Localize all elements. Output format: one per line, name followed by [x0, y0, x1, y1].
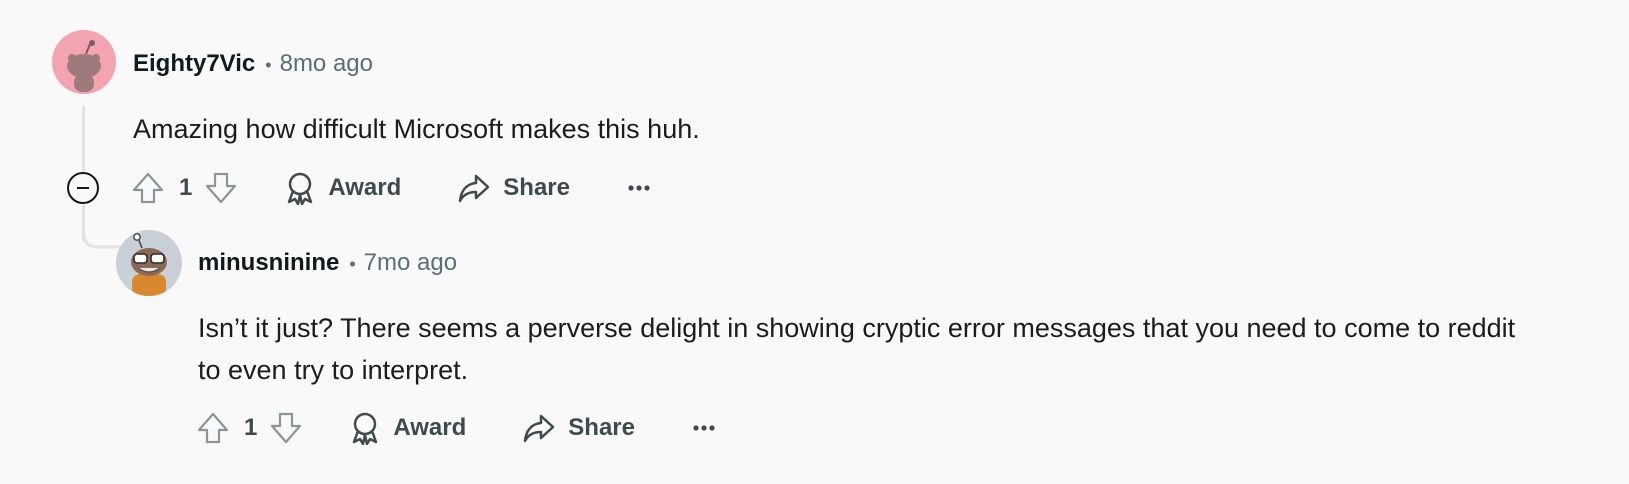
share-label: Share	[503, 174, 570, 201]
separator-dot: •	[349, 254, 356, 274]
share-button[interactable]: Share	[522, 412, 635, 444]
more-horizontal-icon	[693, 425, 715, 431]
award-icon	[353, 412, 378, 445]
collapse-button[interactable]	[67, 172, 99, 204]
comment-actions: 1 Award Share	[131, 166, 650, 210]
downvote-button[interactable]	[269, 411, 303, 445]
collapse-minus-icon	[77, 187, 89, 189]
share-button[interactable]: Share	[457, 172, 570, 204]
comment-thread: Eighty7Vic • 8mo ago Amazing how difficu…	[0, 0, 1629, 484]
timestamp[interactable]: 8mo ago	[280, 50, 373, 78]
award-label: Award	[393, 414, 467, 441]
comment-body: Amazing how difficult Microsoft makes th…	[133, 114, 700, 144]
arrow-up-icon	[132, 172, 164, 204]
award-button[interactable]: Award	[284, 171, 401, 205]
downvote-button[interactable]	[204, 171, 238, 205]
avatar[interactable]	[52, 30, 116, 94]
arrow-up-icon	[197, 412, 229, 444]
vote-count: 1	[179, 174, 193, 201]
separator-dot: •	[265, 55, 272, 75]
upvote-button[interactable]	[196, 411, 230, 445]
thread-branch	[82, 225, 120, 249]
timestamp[interactable]: 7mo ago	[364, 249, 457, 277]
share-label: Share	[568, 414, 635, 441]
comment-body: Isn’t it just? There seems a perverse de…	[198, 313, 1516, 385]
arrow-down-icon	[206, 172, 237, 204]
comment-actions: 1 Award Share	[196, 406, 715, 450]
arrow-down-icon	[271, 412, 302, 444]
more-horizontal-icon	[628, 185, 650, 191]
thread-line	[82, 106, 85, 172]
upvote-button[interactable]	[131, 171, 165, 205]
award-button[interactable]: Award	[349, 411, 466, 445]
comment-header: Eighty7Vic • 8mo ago	[133, 50, 373, 78]
more-options-button[interactable]	[628, 184, 650, 192]
award-icon	[288, 172, 313, 205]
share-icon	[524, 414, 555, 443]
username[interactable]: Eighty7Vic	[133, 50, 255, 78]
avatar[interactable]	[116, 230, 182, 296]
username[interactable]: minusninine	[198, 249, 339, 277]
snoo-avatar-icon	[52, 30, 116, 94]
award-label: Award	[328, 174, 402, 201]
more-options-button[interactable]	[693, 424, 715, 432]
snoo-avatar-icon	[116, 230, 182, 296]
share-icon	[459, 174, 490, 203]
comment-header: minusninine • 7mo ago	[198, 249, 457, 277]
vote-count: 1	[244, 414, 258, 441]
